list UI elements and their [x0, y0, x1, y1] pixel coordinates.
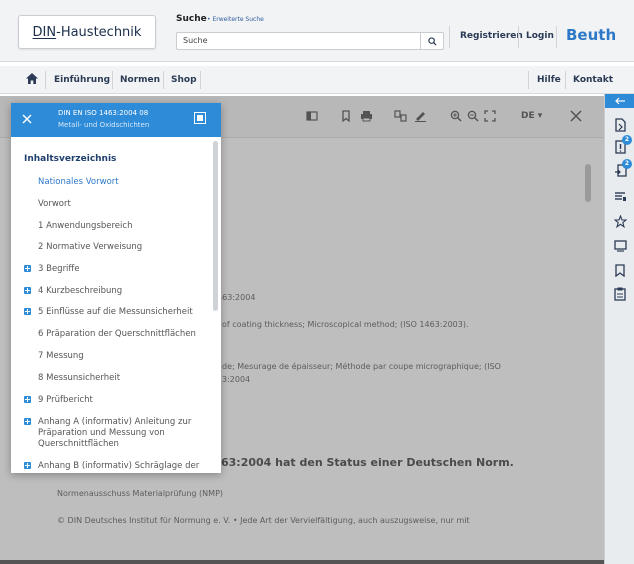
language-select[interactable]: DE ▾ [521, 111, 542, 121]
star-icon[interactable] [611, 212, 629, 230]
toc-item-normative-verweisung[interactable]: 2 Normative Verweisung [38, 242, 206, 253]
toc-item-messung[interactable]: 7 Messung [38, 351, 206, 362]
print-icon[interactable] [360, 110, 373, 122]
nav-divider [200, 71, 201, 89]
close-toc-icon[interactable] [20, 112, 34, 126]
nav-item-shop[interactable]: Shop [171, 75, 197, 85]
arrow-left-icon [614, 97, 625, 105]
search-label: Suche [176, 14, 207, 24]
toc-item-vorwort[interactable]: Vorwort [38, 199, 206, 210]
main-nav: Einführung Normen Shop Hilfe Kontakt [0, 66, 634, 94]
expand-icon[interactable] [194, 112, 206, 124]
toc-item-pruefbericht[interactable]: 9 Prüfbericht [38, 395, 206, 406]
nav-divider [163, 71, 164, 89]
toc-body: Inhaltsverzeichnis Nationales Vorwort Vo… [11, 137, 221, 473]
fullscreen-icon[interactable] [484, 110, 496, 122]
toc-item-nationales-vorwort[interactable]: Nationales Vorwort [38, 177, 206, 188]
document-copyright: © DIN Deutsches Institut für Normung e. … [57, 516, 470, 525]
annotate-icon[interactable] [414, 110, 427, 122]
versions-icon[interactable]: 2 [611, 159, 632, 180]
versions-badge: 2 [622, 159, 632, 169]
site-header: DIN -Haustechnik Suche • Erweiterte Suche… [0, 0, 634, 62]
toc-item-anhang-b[interactable]: Anhang B (informativ) Schräglage der [38, 461, 206, 472]
header-divider [556, 26, 557, 48]
toc-item-kurzbeschreibung[interactable]: 4 Kurzbeschreibung [38, 286, 206, 297]
panel-icon[interactable] [306, 110, 318, 122]
toc-heading: Inhaltsverzeichnis [24, 154, 117, 164]
nav-item-einfuehrung[interactable]: Einführung [54, 75, 110, 85]
compare-icon[interactable] [394, 110, 407, 122]
expand-plus-icon[interactable] [24, 396, 31, 403]
list-icon[interactable] [611, 188, 629, 206]
notes-icon[interactable]: 2 [611, 135, 632, 156]
logo-din-text: DIN [32, 24, 57, 40]
nav-item-contact[interactable]: Kontakt [573, 75, 613, 85]
document-scrollbar[interactable] [585, 164, 591, 202]
nav-divider [112, 71, 113, 89]
clipboard-icon[interactable] [611, 285, 629, 303]
nav-item-help[interactable]: Hilfe [537, 75, 561, 85]
document-text-line: 3:2004 [222, 375, 251, 384]
search-button[interactable] [420, 32, 444, 50]
right-sidebar: 2 2 [604, 94, 634, 564]
document-info-icon[interactable] [611, 116, 629, 134]
expand-plus-icon[interactable] [24, 308, 31, 315]
search-icon [427, 36, 437, 46]
header-divider [518, 26, 519, 48]
toc-item-praeparation[interactable]: 6 Präparation der Querschnittflächen [38, 329, 206, 340]
document-status-heading: 63:2004 hat den Status einer Deutschen N… [221, 456, 514, 469]
expand-plus-icon[interactable] [24, 418, 31, 425]
expand-plus-icon[interactable] [24, 287, 31, 294]
din-haustechnik-logo[interactable]: DIN -Haustechnik [18, 15, 156, 49]
bottom-bar [0, 560, 604, 564]
nav-item-normen[interactable]: Normen [120, 75, 160, 85]
toc-item-begriffe[interactable]: 3 Begriffe [38, 264, 206, 275]
nav-divider [45, 71, 46, 89]
document-text-line: de; Mesurage de épaisseur; Méthode par c… [222, 362, 501, 371]
nav-divider [565, 71, 566, 89]
sidebar-bookmark-icon[interactable] [611, 261, 629, 279]
register-link[interactable]: Registrieren [460, 31, 523, 41]
notes-badge: 2 [622, 135, 632, 145]
toc-header: DIN EN ISO 1463:2004 08 Metall- und Oxid… [11, 103, 221, 137]
zoom-out-icon[interactable] [467, 110, 479, 122]
home-icon[interactable] [26, 73, 38, 87]
nav-divider [528, 71, 529, 89]
expand-plus-icon[interactable] [24, 265, 31, 272]
toc-scrollbar[interactable] [213, 141, 218, 311]
comment-icon[interactable] [611, 237, 629, 255]
toc-document-title: DIN EN ISO 1463:2004 08 [58, 109, 149, 117]
toc-item-einfluesse[interactable]: 5 Einflüsse auf die Messunsicherheit [38, 307, 206, 318]
document-committee: Normenausschuss Materialprüfung (NMP) [57, 489, 224, 498]
toc-document-subtitle: Metall- und Oxidschichten [58, 121, 150, 129]
advanced-search-link[interactable]: • Erweiterte Suche [207, 16, 264, 23]
login-link[interactable]: Login [526, 31, 554, 41]
beuth-logo[interactable]: Beuth [566, 26, 616, 44]
collapse-sidebar-button[interactable] [605, 94, 634, 108]
toc-item-messunsicherheit[interactable]: 8 Messunsicherheit [38, 373, 206, 384]
zoom-in-icon[interactable] [450, 110, 462, 122]
toc-item-anwendungsbereich[interactable]: 1 Anwendungsbereich [38, 221, 206, 232]
toc-item-anhang-a[interactable]: Anhang A (informativ) Anleitung zur Präp… [38, 417, 206, 450]
close-document-icon[interactable] [570, 110, 582, 122]
bookmark-icon[interactable] [340, 110, 352, 122]
logo-rest-text: -Haustechnik [56, 24, 142, 40]
header-divider [449, 26, 450, 48]
document-text-line: of coating thickness; Microscopical meth… [222, 320, 469, 329]
table-of-contents-panel: DIN EN ISO 1463:2004 08 Metall- und Oxid… [11, 103, 221, 473]
expand-plus-icon[interactable] [24, 462, 31, 469]
search-input[interactable]: Suche [176, 32, 420, 50]
